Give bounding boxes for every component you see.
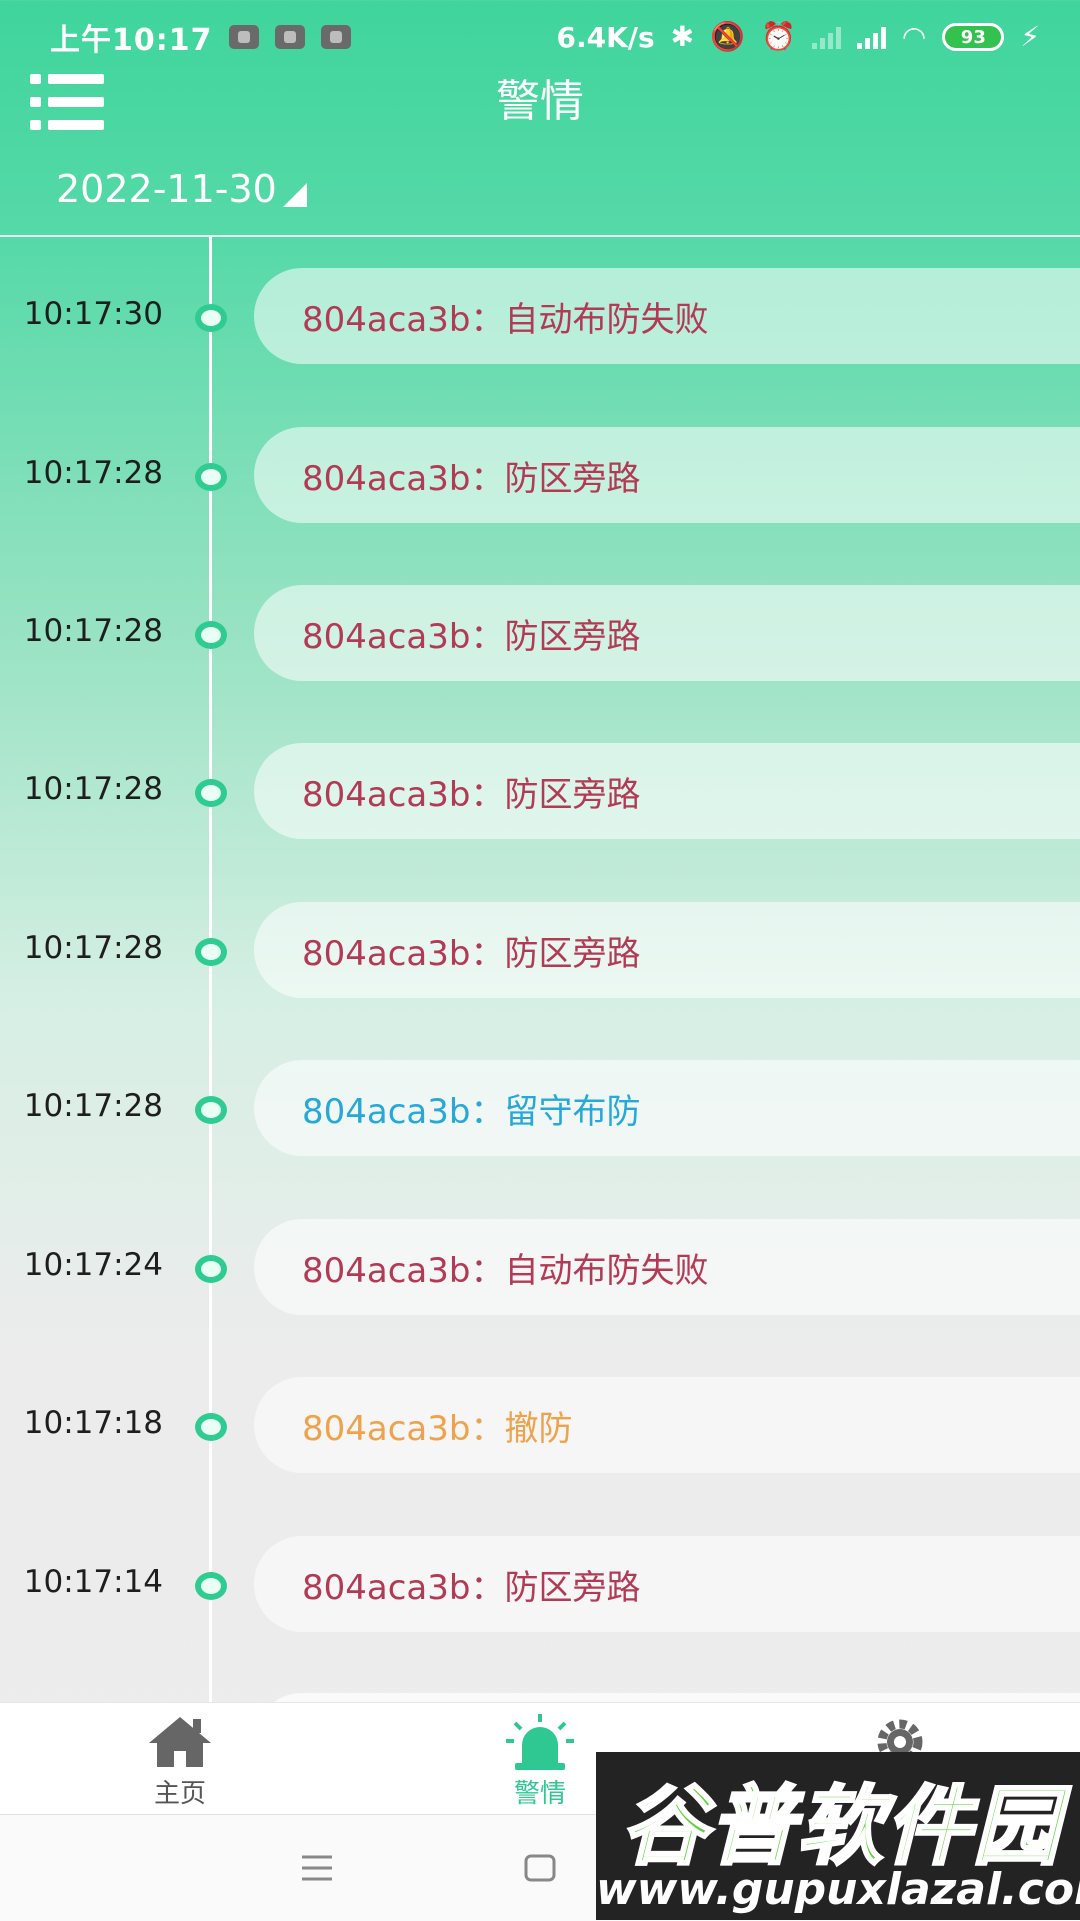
date-selector[interactable]: 2022-11-30: [56, 167, 307, 211]
alarm-card[interactable]: 804aca3b：防区旁路: [254, 743, 1080, 839]
timeline-dot-icon: [195, 1413, 227, 1441]
alarm-row[interactable]: 10:17:28 804aca3b：防区旁路: [0, 585, 1080, 681]
alarm-text: 804aca3b：防区旁路: [302, 933, 641, 974]
alarm-row[interactable]: 10:17:28 804aca3b：防区旁路: [0, 743, 1080, 839]
page-title: 警情: [496, 76, 584, 127]
notification-icon: [320, 25, 351, 49]
alarm-text: 804aca3b：防区旁路: [302, 1567, 641, 1608]
battery-icon: 93: [942, 23, 1005, 51]
status-bar: 上午10:17 6.4K/s ✱ 🔕 ⏰ ◠ 93 ⚡: [0, 0, 1080, 74]
alarm-text: 804aca3b：防区旁路: [302, 458, 641, 499]
mute-bell-icon: 🔕: [710, 20, 746, 53]
signal-icon: [811, 25, 841, 49]
list-icon: [30, 74, 41, 84]
alarm-time: 10:17:24: [23, 1247, 163, 1283]
timeline-dot-icon: [195, 1572, 227, 1600]
alarm-card[interactable]: 804aca3b：防区旁路: [254, 427, 1080, 523]
alarm-card[interactable]: 804aca3b：撤防: [254, 1377, 1080, 1473]
alarm-card[interactable]: 804aca3b：防区旁路: [254, 902, 1080, 998]
date-value: 2022-11-30: [56, 167, 277, 211]
alarm-row[interactable]: 10:17:30 804aca3b：自动布防失败: [0, 268, 1080, 364]
watermark-title: 谷普软件园: [620, 1776, 1061, 1879]
nav-home[interactable]: 主页: [0, 1703, 360, 1815]
wifi-icon: ◠: [901, 20, 927, 53]
app-bar: 警情 2022-11-30: [0, 74, 1080, 211]
alarm-text: 804aca3b：防区旁路: [302, 774, 641, 815]
alarm-row[interactable]: 10:17:24 804aca3b：自动布防失败: [0, 1219, 1080, 1315]
battery-level: 93: [960, 26, 986, 48]
alarm-text: 804aca3b：撤防: [302, 1408, 573, 1449]
timeline-dot-icon: [195, 779, 227, 807]
status-left: 上午10:17: [50, 15, 351, 59]
alarm-row[interactable]: 10:17:28 804aca3b：留守布防: [0, 1060, 1080, 1156]
alarm-time: 10:17:18: [23, 1405, 163, 1441]
alarm-time: 10:17:28: [23, 771, 163, 807]
alarm-card[interactable]: 804aca3b：留守布防: [254, 1060, 1080, 1156]
alarm-row[interactable]: 10:17:28 804aca3b：防区旁路: [0, 427, 1080, 523]
alarm-list[interactable]: 10:17:30 804aca3b：自动布防失败 10:17:28 804aca…: [0, 237, 1080, 1702]
timeline-dot-icon: [195, 621, 227, 649]
notification-icon: [228, 25, 259, 49]
charging-icon: ⚡: [1020, 20, 1040, 53]
alarm-card[interactable]: 804aca3b：防区旁路: [254, 1536, 1080, 1632]
alarm-time: 10:17:28: [23, 455, 163, 491]
timeline-dot-icon: [195, 1255, 227, 1283]
timeline-dot-icon: [195, 938, 227, 966]
alarm-time: 10:17:14: [23, 1564, 163, 1600]
alarm-row[interactable]: 10:17:18 804aca3b：撤防: [0, 1377, 1080, 1473]
menu-button[interactable]: [30, 74, 104, 130]
status-right: 6.4K/s ✱ 🔕 ⏰ ◠ 93 ⚡: [556, 21, 1040, 54]
alarm-row[interactable]: [0, 1693, 1080, 1702]
alarm-card[interactable]: 804aca3b：自动布防失败: [254, 268, 1080, 364]
timeline-dot-icon: [195, 1096, 227, 1124]
bluetooth-icon: ✱: [670, 20, 695, 53]
watermark-url: www.gupuxlazal.com: [596, 1864, 1080, 1915]
alarm-row[interactable]: 10:17:28 804aca3b：防区旁路: [0, 902, 1080, 998]
alarm-text: 804aca3b：防区旁路: [302, 616, 641, 657]
status-time: 上午10:17: [50, 23, 213, 58]
alarm-clock-icon: ⏰: [761, 20, 796, 53]
alarm-text: 804aca3b：留守布防: [302, 1091, 641, 1132]
alarm-time: 10:17:30: [23, 296, 163, 332]
timeline-dot-icon: [195, 463, 227, 491]
alarm-card[interactable]: [254, 1693, 1080, 1702]
signal-icon: [856, 25, 886, 49]
nav-label: 警情: [513, 1779, 566, 1809]
timeline-dot-icon: [195, 304, 227, 332]
home-icon: [149, 1717, 211, 1767]
alarm-time: 10:17:28: [23, 930, 163, 966]
network-speed: 6.4K/s: [556, 20, 655, 54]
alarm-row[interactable]: 10:17:14 804aca3b：防区旁路: [0, 1536, 1080, 1632]
alarm-card[interactable]: 804aca3b：防区旁路: [254, 585, 1080, 681]
notification-icon: [274, 25, 305, 49]
alarm-time: 10:17:28: [23, 613, 163, 649]
alarm-siren-icon: [506, 1714, 574, 1770]
menu-icon[interactable]: [292, 1843, 342, 1893]
alarm-card[interactable]: 804aca3b：自动布防失败: [254, 1219, 1080, 1315]
alarm-text: 804aca3b：自动布防失败: [302, 299, 709, 340]
watermark: 谷普软件园 www.gupuxlazal.com: [596, 1752, 1080, 1920]
home-square-icon[interactable]: [515, 1843, 565, 1893]
caret-down-icon: [282, 183, 307, 207]
alarm-time: 10:17:28: [23, 1088, 163, 1124]
nav-label: 主页: [153, 1779, 206, 1809]
alarm-text: 804aca3b：自动布防失败: [302, 1250, 709, 1291]
